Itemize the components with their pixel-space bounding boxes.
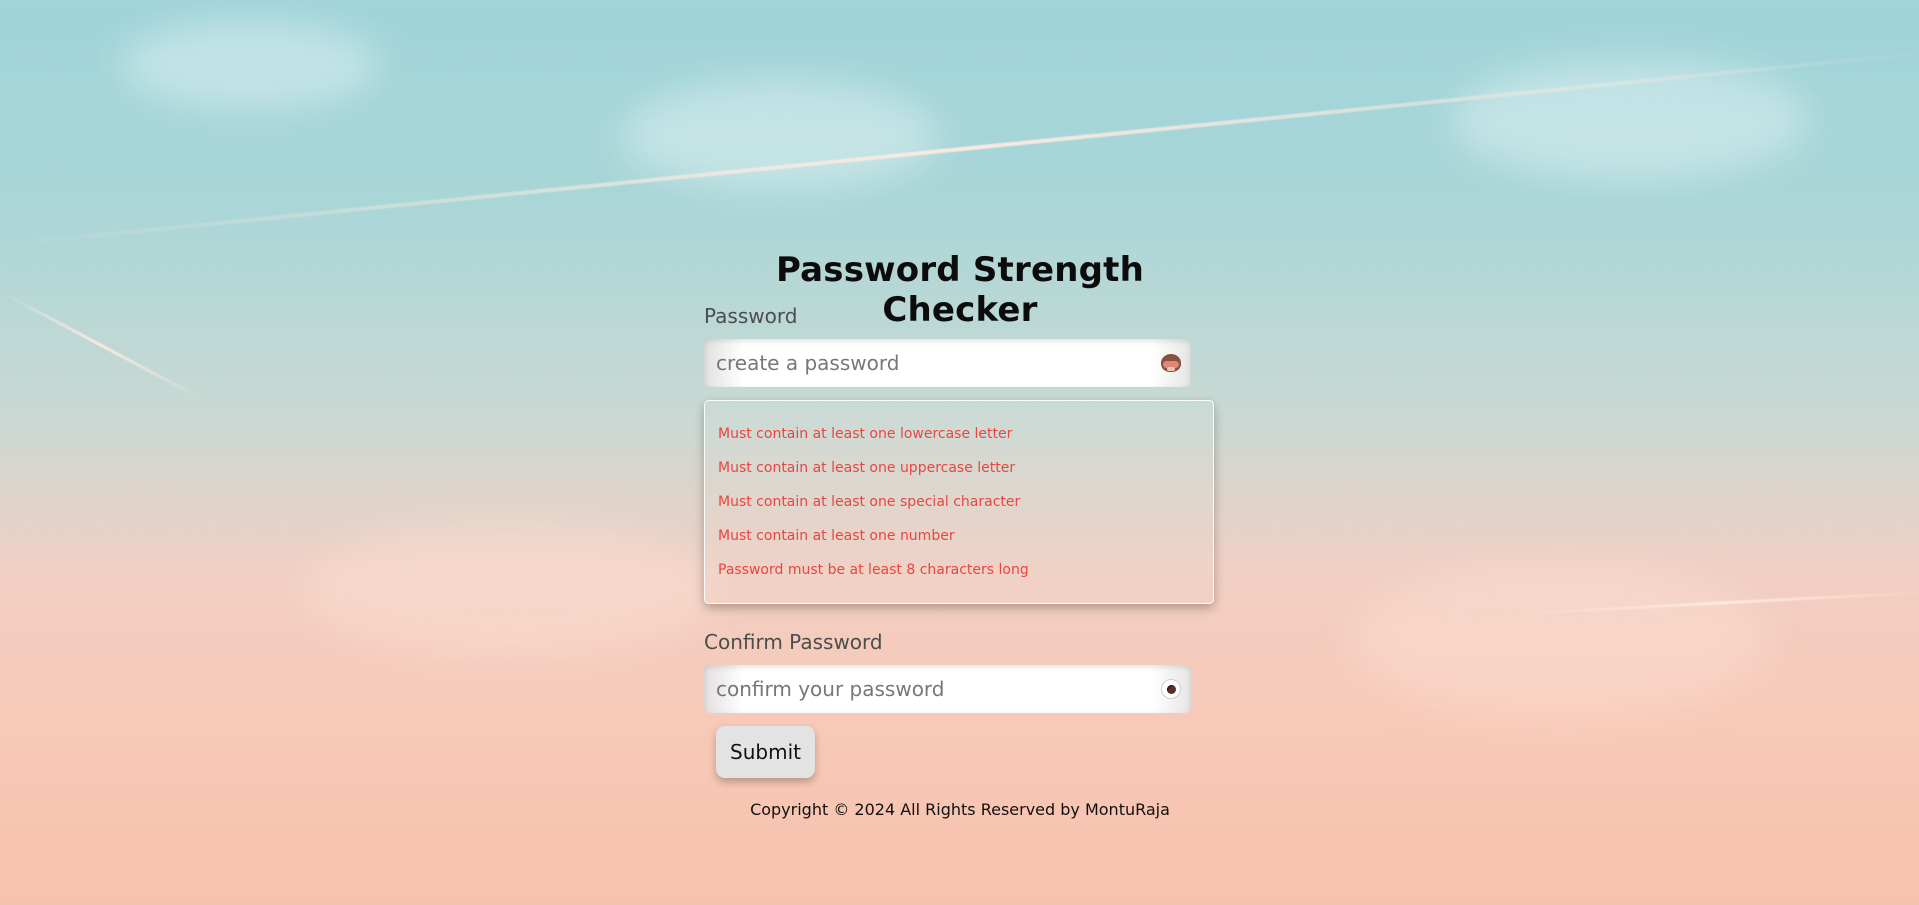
requirement-uppercase: Must contain at least one uppercase lett… bbox=[718, 460, 1016, 476]
password-input[interactable] bbox=[716, 339, 1136, 387]
requirement-length: Password must be at least 8 characters l… bbox=[718, 562, 1029, 578]
background-cloud bbox=[300, 520, 720, 660]
password-label: Password bbox=[704, 304, 798, 328]
submit-button[interactable]: Submit bbox=[716, 726, 815, 778]
confirm-password-field bbox=[704, 665, 1191, 713]
background-cloud bbox=[1450, 60, 1810, 180]
background-cloud bbox=[1350, 560, 1770, 720]
confirm-password-label: Confirm Password bbox=[704, 630, 883, 654]
confirm-password-input[interactable] bbox=[716, 665, 1136, 713]
password-visibility-toggle[interactable] bbox=[1159, 351, 1183, 375]
requirement-lowercase: Must contain at least one lowercase lett… bbox=[718, 426, 1013, 442]
background-cloud bbox=[120, 20, 380, 110]
eye-icon bbox=[1161, 679, 1181, 699]
background-contrail bbox=[1519, 590, 1919, 615]
background-cloud bbox=[620, 80, 940, 190]
requirement-special-character: Must contain at least one special charac… bbox=[718, 494, 1021, 510]
requirements-list: Must contain at least one lowercase lett… bbox=[718, 425, 1029, 595]
password-requirements: Must contain at least one lowercase lett… bbox=[704, 400, 1214, 604]
requirement-number: Must contain at least one number bbox=[718, 528, 955, 544]
password-field bbox=[704, 339, 1191, 387]
background-contrail bbox=[0, 290, 204, 401]
eye-pupil bbox=[1166, 684, 1176, 694]
see-no-evil-monkey-icon bbox=[1161, 354, 1181, 372]
confirm-visibility-toggle[interactable] bbox=[1159, 677, 1183, 701]
background-contrail bbox=[0, 48, 1919, 247]
copyright-footer: Copyright © 2024 All Rights Reserved by … bbox=[750, 800, 1170, 819]
